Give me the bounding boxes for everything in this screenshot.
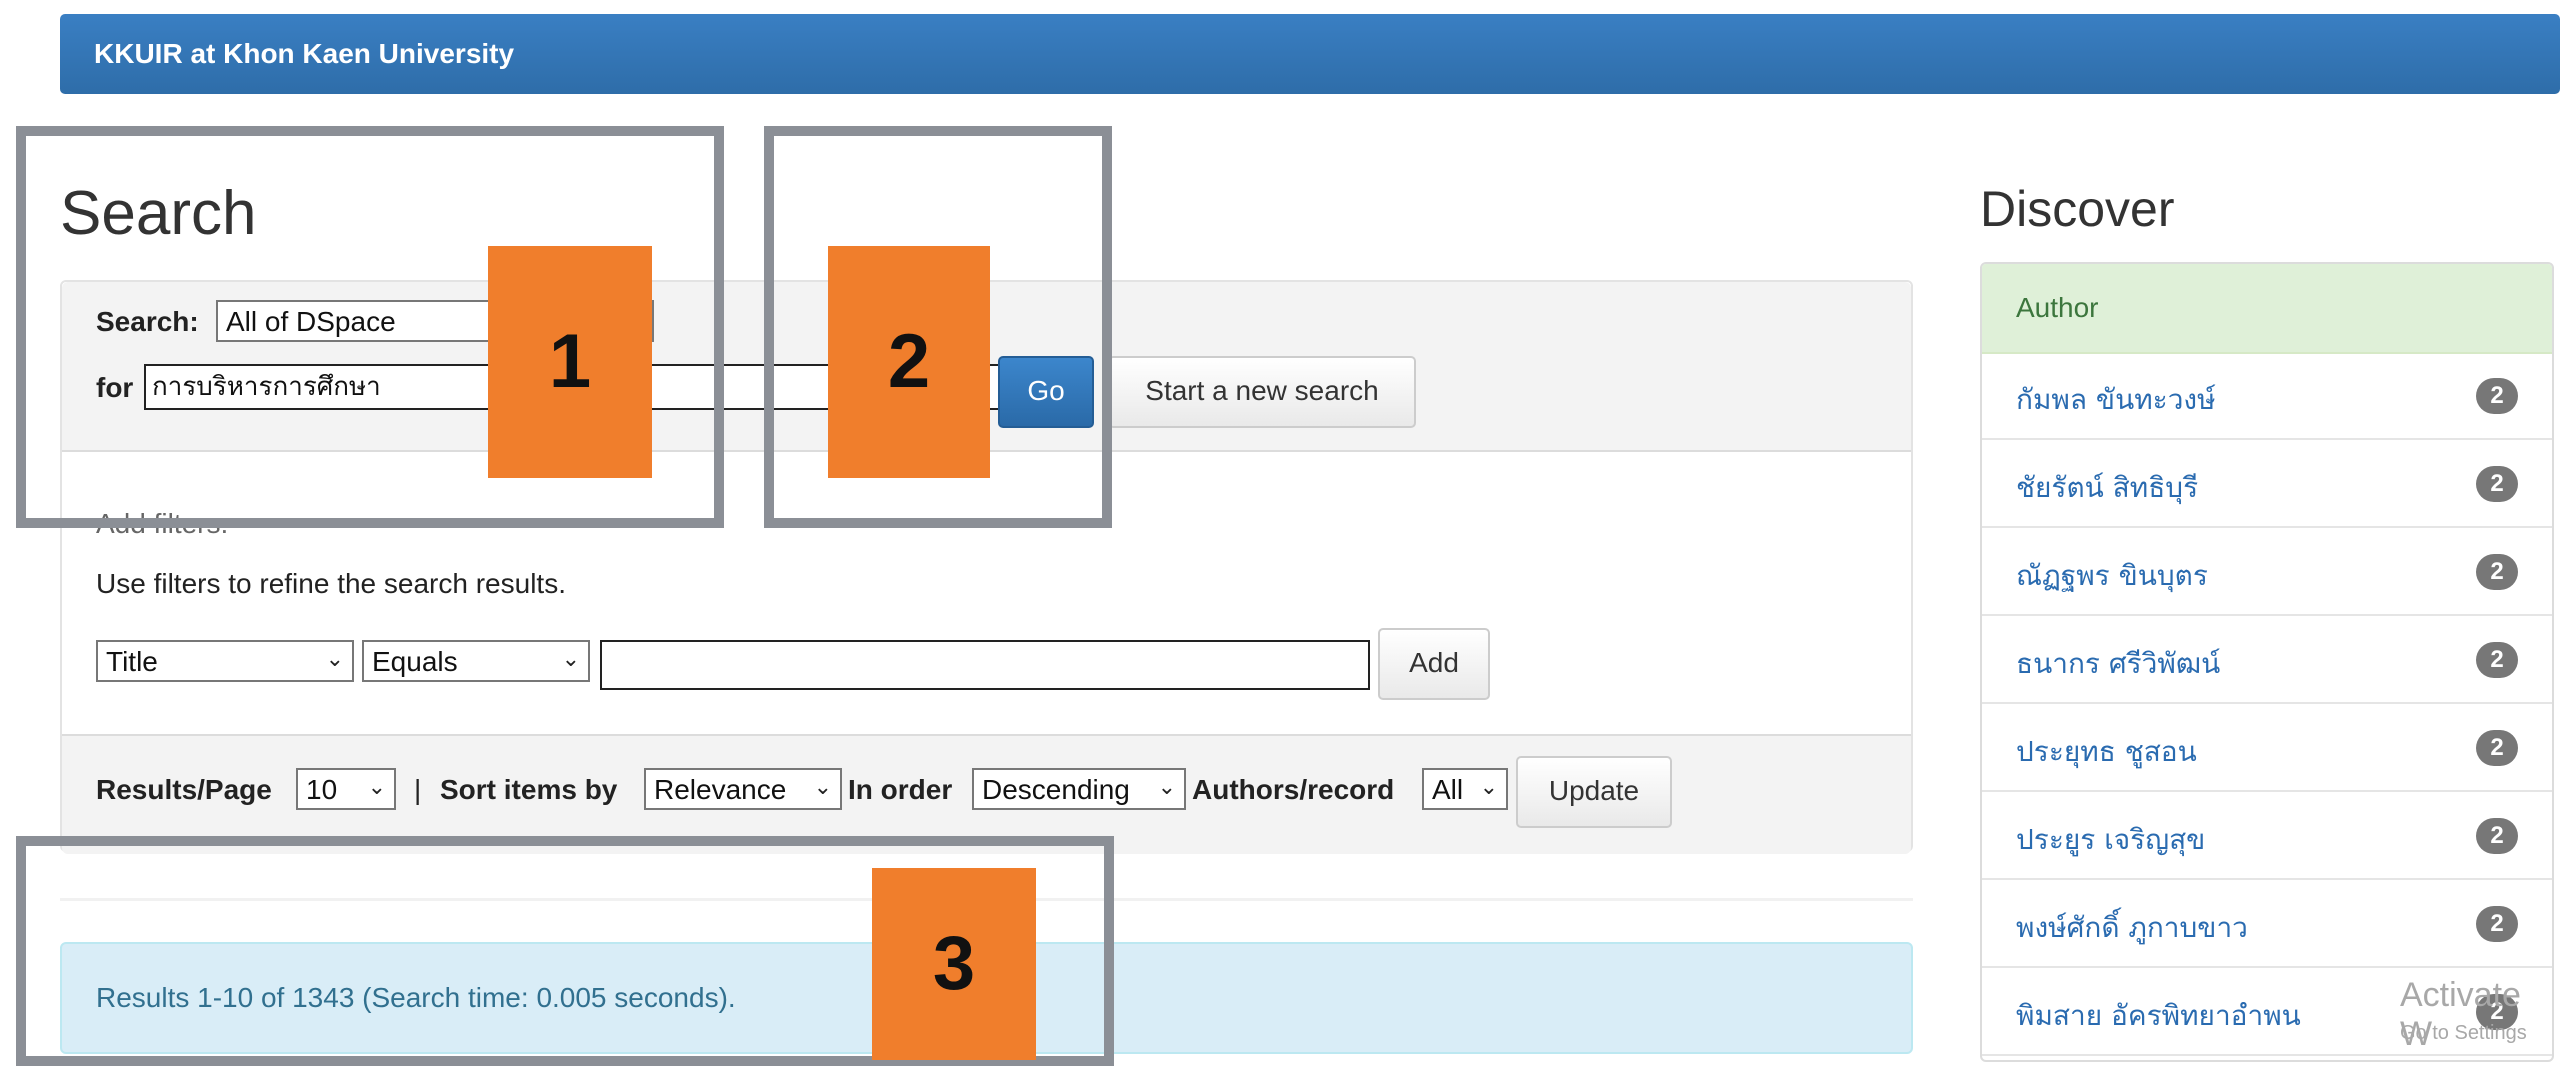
count-badge: 2	[2476, 378, 2518, 414]
order-label: In order	[848, 774, 953, 805]
order-value: Descending	[982, 774, 1130, 805]
author-facet-panel: Author กัมพล ขันทะวงษ์ 2 ชัยรัตน์ สิทธิบ…	[1980, 262, 2554, 1062]
author-name-link[interactable]: ธนากร ศรีวิพัฒน์	[2016, 642, 2220, 686]
author-facet-header: Author	[1982, 264, 2552, 354]
options-divider: |	[414, 774, 422, 805]
annotation-marker-2: 2	[828, 246, 990, 478]
add-filter-button[interactable]: Add	[1378, 628, 1490, 700]
authors-per-record-value: All	[1432, 774, 1464, 805]
annotation-marker-3: 3	[872, 868, 1036, 1060]
author-facet-item[interactable]: ประยูร เจริญสุข 2	[1982, 792, 2552, 880]
update-button[interactable]: Update	[1516, 756, 1672, 828]
filters-hint: Use filters to refine the search results…	[96, 568, 566, 599]
results-per-page-value: 10	[306, 774, 338, 805]
author-name-link[interactable]: ประยุทธ ชูสอน	[2016, 730, 2197, 774]
author-name-link[interactable]: ประยูร เจริญสุข	[2016, 818, 2205, 862]
order-select[interactable]: Descending ⌄	[972, 768, 1186, 810]
count-badge: 2	[2476, 642, 2518, 678]
filter-field-select[interactable]: Title ⌄	[96, 640, 354, 682]
chevron-down-icon: ⌄	[813, 774, 832, 799]
results-per-page-select[interactable]: 10 ⌄	[296, 768, 396, 810]
chevron-down-icon: ⌄	[561, 646, 580, 671]
author-facet-item[interactable]: ธนากร ศรีวิพัฒน์ 2	[1982, 616, 2552, 704]
count-badge: 2	[2476, 466, 2518, 502]
sort-label: Sort items by	[440, 774, 618, 805]
filter-value-input[interactable]	[600, 640, 1370, 690]
site-brand-link[interactable]: KKUIR at Khon Kaen University	[94, 38, 514, 70]
author-name-link[interactable]: พิมสาย อัครพิทยาอำพน	[2016, 994, 2301, 1038]
author-facet-item[interactable]: ณัฏฐพร ขินบุตร 2	[1982, 528, 2552, 616]
author-name-link[interactable]: ชัยรัตน์ สิทธิบุรี	[2016, 466, 2198, 510]
chevron-down-icon: ⌄	[1479, 774, 1498, 799]
sort-value: Relevance	[654, 774, 787, 805]
authors-per-record-label: Authors/record	[1192, 774, 1395, 805]
discover-title: Discover	[1980, 181, 2175, 237]
author-facet-item[interactable]: พงษ์ศักดิ์ ภูกาบขาว 2	[1982, 880, 2552, 968]
filter-operator-value: Equals	[372, 646, 458, 677]
count-badge: 2	[2476, 818, 2518, 854]
chevron-down-icon: ⌄	[325, 646, 344, 671]
chevron-down-icon: ⌄	[1157, 774, 1176, 799]
activation-watermark-subtitle: Go to Settings	[2400, 1022, 2527, 1044]
annotation-marker-1: 1	[488, 246, 652, 478]
author-name-link[interactable]: พงษ์ศักดิ์ ภูกาบขาว	[2016, 906, 2248, 950]
count-badge: 2	[2476, 906, 2518, 942]
author-facet-item[interactable]: กัมพล ขันทะวงษ์ 2	[1982, 352, 2552, 440]
chevron-down-icon: ⌄	[367, 774, 386, 799]
author-facet-heading: Author	[2016, 292, 2099, 323]
author-name-link[interactable]: ณัฏฐพร ขินบุตร	[2016, 554, 2208, 598]
author-facet-item[interactable]: ประยุทธ ชูสอน 2	[1982, 704, 2552, 792]
start-new-search-button[interactable]: Start a new search	[1108, 356, 1416, 428]
filter-operator-select[interactable]: Equals ⌄	[362, 640, 590, 682]
author-name-link[interactable]: กัมพล ขันทะวงษ์	[2016, 378, 2216, 422]
author-facet-item[interactable]: ชัยรัตน์ สิทธิบุรี 2	[1982, 440, 2552, 528]
count-badge: 2	[2476, 730, 2518, 766]
authors-per-record-select[interactable]: All ⌄	[1422, 768, 1508, 810]
count-badge: 2	[2476, 554, 2518, 590]
sort-select[interactable]: Relevance ⌄	[644, 768, 842, 810]
results-per-page-label: Results/Page	[96, 774, 272, 805]
top-navbar: KKUIR at Khon Kaen University	[60, 14, 2560, 94]
filter-field-value: Title	[106, 646, 158, 677]
